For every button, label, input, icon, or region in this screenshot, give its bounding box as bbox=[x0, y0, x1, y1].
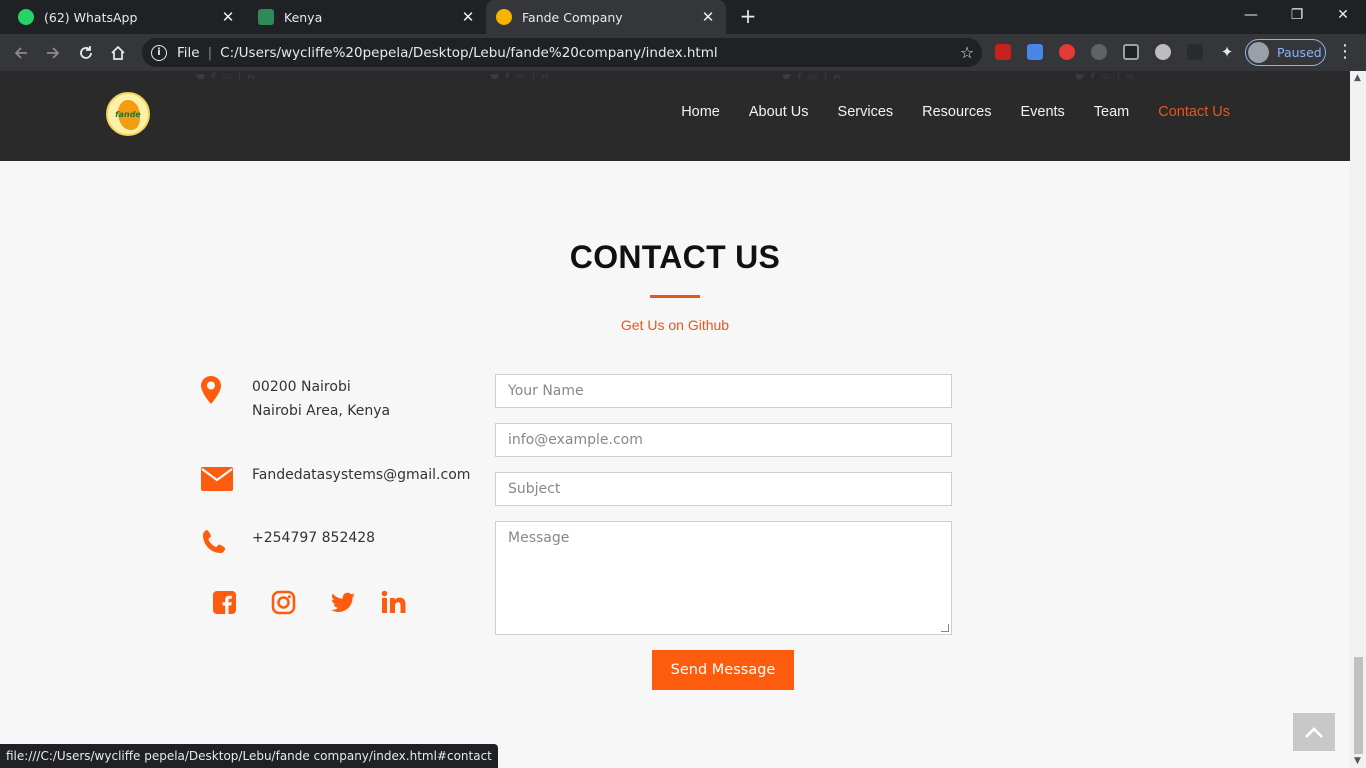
menu-kebab-icon[interactable]: ⋮ bbox=[1336, 42, 1354, 62]
nav-events[interactable]: Events bbox=[1020, 104, 1064, 128]
fande-favicon-icon bbox=[496, 9, 512, 25]
nav-about-us[interactable]: About Us bbox=[749, 104, 809, 128]
profile-button[interactable]: Paused bbox=[1245, 39, 1326, 66]
section-subtitle[interactable]: Get Us on Github bbox=[0, 317, 1350, 333]
reload-button[interactable] bbox=[73, 40, 99, 66]
address-separator: | bbox=[207, 44, 213, 61]
title-divider bbox=[650, 295, 700, 298]
site-header: ▼ƒ◎in ▼ƒ◎in ▼ƒ◎in ▼ƒ◎in fande Home About… bbox=[0, 71, 1350, 161]
minimize-button[interactable]: — bbox=[1228, 0, 1274, 30]
team-social-remnant: ▼ƒ◎in bbox=[490, 71, 555, 79]
home-icon bbox=[111, 45, 125, 60]
tab-title: (62) WhatsApp bbox=[44, 9, 138, 25]
close-icon[interactable]: ✕ bbox=[220, 8, 236, 26]
close-icon[interactable]: ✕ bbox=[700, 8, 716, 26]
back-to-top-button[interactable] bbox=[1293, 713, 1335, 751]
url-text[interactable]: C:/Users/wycliffe%20pepela/Desktop/Lebu/… bbox=[220, 45, 952, 61]
whatsapp-icon bbox=[18, 9, 34, 25]
tab-title: Fande Company bbox=[522, 9, 623, 25]
phone-text[interactable]: +254797 852428 bbox=[252, 526, 375, 560]
address-bar[interactable]: i File | C:/Users/wycliffe%20pepela/Desk… bbox=[142, 38, 982, 67]
robot-icon[interactable] bbox=[1155, 44, 1171, 60]
sheet-icon bbox=[258, 9, 274, 25]
arrow-left-icon bbox=[14, 47, 27, 59]
scheme-label: File bbox=[177, 44, 200, 61]
phone-icon bbox=[200, 526, 252, 560]
extension-faded-icon[interactable] bbox=[1187, 44, 1203, 60]
forward-button[interactable] bbox=[40, 40, 66, 66]
nav-resources[interactable]: Resources bbox=[922, 104, 991, 128]
back-button[interactable] bbox=[8, 40, 34, 66]
ublock-icon[interactable] bbox=[995, 44, 1011, 60]
bookmark-star-icon[interactable]: ☆ bbox=[952, 43, 982, 62]
facebook-icon[interactable] bbox=[212, 590, 237, 619]
page-viewport: ▼ƒ◎in ▼ƒ◎in ▼ƒ◎in ▼ƒ◎in fande Home About… bbox=[0, 71, 1350, 768]
instagram-icon[interactable] bbox=[271, 590, 296, 619]
email-input[interactable]: info@example.com bbox=[495, 423, 952, 457]
profile-status: Paused bbox=[1277, 45, 1322, 60]
page-scrollbar[interactable]: ▲ ▼ bbox=[1350, 71, 1366, 768]
arrow-right-icon bbox=[47, 47, 60, 59]
twitter-icon[interactable] bbox=[331, 590, 356, 618]
envelope-icon bbox=[200, 463, 252, 497]
new-tab-button[interactable]: + bbox=[736, 6, 760, 28]
tab-title: Kenya bbox=[284, 9, 323, 25]
browser-tab-bar: (62) WhatsApp ✕ Kenya ✕ Fande Company ✕ … bbox=[0, 0, 1366, 34]
browser-toolbar: i File | C:/Users/wycliffe%20pepela/Desk… bbox=[0, 34, 1366, 71]
address-line-2: Nairobi Area, Kenya bbox=[252, 403, 391, 419]
team-social-remnant: ▼ƒ◎in bbox=[196, 71, 261, 79]
translate-icon[interactable] bbox=[1027, 44, 1043, 60]
send-message-button[interactable]: Send Message bbox=[652, 650, 794, 690]
linkedin-icon[interactable] bbox=[381, 590, 406, 619]
chevron-up-icon bbox=[1305, 727, 1323, 738]
section-title: CONTACT US bbox=[569, 239, 781, 275]
status-bar: file:///C:/Users/wycliffe pepela/Desktop… bbox=[0, 744, 498, 768]
window-close-button[interactable]: ✕ bbox=[1320, 0, 1366, 30]
contact-email: Fandedatasystems@gmail.com bbox=[200, 463, 470, 497]
info-icon[interactable]: i bbox=[151, 44, 167, 61]
resize-handle-icon[interactable] bbox=[941, 624, 949, 632]
close-icon[interactable]: ✕ bbox=[460, 8, 476, 26]
reload-icon bbox=[80, 46, 92, 59]
nav-contact-us[interactable]: Contact Us bbox=[1158, 104, 1230, 128]
stop-hand-icon[interactable] bbox=[1059, 44, 1075, 60]
main-nav: Home About Us Services Resources Events … bbox=[652, 104, 1230, 128]
team-social-remnant: ▼ƒ◎in bbox=[1075, 71, 1140, 79]
cube-icon[interactable] bbox=[1123, 44, 1139, 60]
logo-text: fande bbox=[115, 109, 141, 119]
team-social-remnant: ▼ƒ◎in bbox=[782, 71, 847, 79]
avatar bbox=[1248, 42, 1269, 63]
tab-fande-company[interactable]: Fande Company ✕ bbox=[486, 0, 726, 34]
message-placeholder: Message bbox=[508, 530, 570, 546]
wordpress-icon[interactable] bbox=[1091, 44, 1107, 60]
email-text[interactable]: Fandedatasystems@gmail.com bbox=[252, 463, 470, 497]
address-line-1: 00200 Nairobi bbox=[252, 379, 351, 395]
name-input[interactable]: Your Name bbox=[495, 374, 952, 408]
home-button[interactable] bbox=[105, 40, 131, 66]
scrollbar-thumb[interactable] bbox=[1354, 657, 1363, 754]
contact-address: 00200 Nairobi Nairobi Area, Kenya bbox=[200, 375, 390, 423]
map-marker-icon bbox=[200, 375, 252, 423]
nav-team[interactable]: Team bbox=[1094, 104, 1129, 128]
subject-input[interactable]: Subject bbox=[495, 472, 952, 506]
tab-kenya[interactable]: Kenya ✕ bbox=[248, 0, 486, 34]
tab-whatsapp[interactable]: (62) WhatsApp ✕ bbox=[8, 0, 246, 34]
scroll-down-icon[interactable]: ▼ bbox=[1354, 756, 1361, 766]
nav-services[interactable]: Services bbox=[838, 104, 894, 128]
site-logo[interactable]: fande bbox=[106, 92, 150, 136]
nav-home[interactable]: Home bbox=[681, 104, 720, 128]
scroll-up-icon[interactable]: ▲ bbox=[1354, 73, 1361, 83]
message-textarea[interactable]: Message bbox=[495, 521, 952, 635]
puzzle-icon[interactable]: ✦ bbox=[1219, 44, 1235, 60]
restore-button[interactable]: ❐ bbox=[1274, 0, 1320, 30]
contact-phone: +254797 852428 bbox=[200, 526, 375, 560]
